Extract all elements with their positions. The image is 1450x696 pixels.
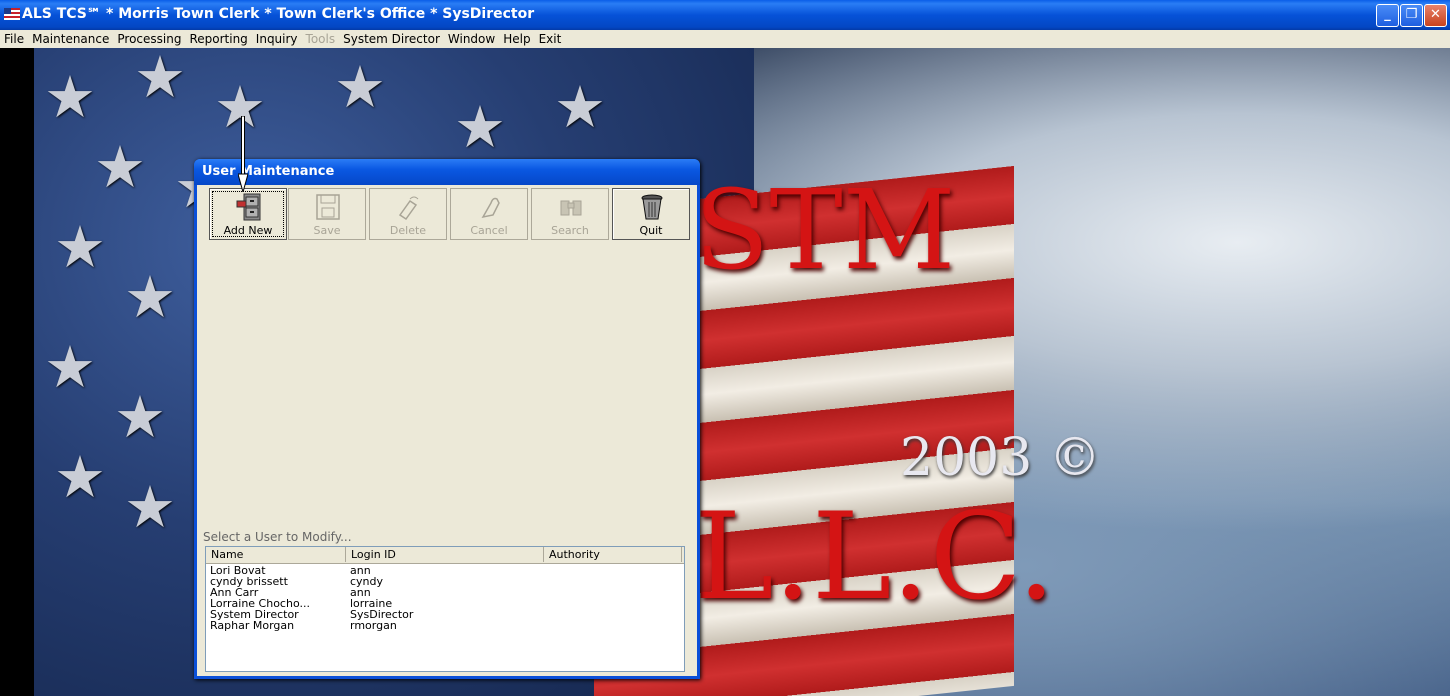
star-icon: ★	[334, 53, 386, 121]
delete-label: Delete	[389, 224, 427, 237]
star-icon: ★	[134, 48, 186, 111]
menu-window[interactable]: Window	[444, 30, 499, 48]
user-login-cell: cyndy	[350, 576, 384, 587]
star-icon: ★	[54, 443, 106, 511]
add-new-label: Add New	[223, 224, 273, 237]
table-row[interactable]: cyndy brissett cyndy	[206, 576, 684, 587]
column-header-login-id[interactable]: Login ID	[346, 547, 544, 562]
window-title: ALS TCS℠ * Morris Town Clerk * Town Cler…	[22, 6, 535, 22]
delete-button[interactable]: Delete	[369, 188, 447, 240]
user-login-cell: rmorgan	[350, 620, 397, 631]
pointer-arrow-icon	[238, 116, 248, 192]
user-name-cell: Lori Bovat	[210, 565, 266, 576]
star-icon: ★	[454, 93, 506, 161]
save-button[interactable]: Save	[288, 188, 366, 240]
table-row[interactable]: Ann Carr ann	[206, 587, 684, 598]
background-year-text: 2003 ©	[900, 428, 1101, 488]
menu-help[interactable]: Help	[499, 30, 534, 48]
menu-maintenance[interactable]: Maintenance	[28, 30, 113, 48]
search-button[interactable]: Search	[531, 188, 609, 240]
menu-tools: Tools	[305, 32, 336, 46]
cancel-hand-icon	[481, 197, 500, 219]
binoculars-icon	[560, 200, 582, 216]
floppy-disk-icon	[316, 194, 340, 220]
title-bar: ALS TCS℠ * Morris Town Clerk * Town Cler…	[0, 0, 1450, 30]
cancel-button[interactable]: Cancel	[450, 188, 528, 240]
file-cabinet-icon	[236, 193, 261, 221]
user-login-cell: ann	[350, 565, 371, 576]
users-list[interactable]: Name Login ID Authority Lori Bovat ann c…	[205, 546, 685, 672]
close-button[interactable]: ✕	[1424, 4, 1447, 27]
menu-file[interactable]: File	[0, 30, 28, 48]
star-icon: ★	[44, 63, 96, 131]
star-icon: ★	[124, 263, 176, 331]
user-name-cell: Lorraine Chocho...	[210, 598, 310, 609]
user-login-cell: ann	[350, 587, 371, 598]
table-row[interactable]: Raphar Morgan rmorgan	[206, 620, 684, 631]
user-maintenance-dialog: User Maintenance Add New Save Delete Can…	[194, 159, 700, 679]
user-name-cell: System Director	[210, 609, 299, 620]
user-name-cell: cyndy brissett	[210, 576, 288, 587]
dialog-title: User Maintenance	[202, 164, 335, 179]
eraser-icon	[398, 196, 419, 221]
trash-can-icon	[641, 194, 663, 220]
restore-button[interactable]: ❐	[1400, 4, 1423, 27]
column-header-name[interactable]: Name	[206, 547, 346, 562]
star-icon: ★	[554, 73, 606, 141]
menu-reporting[interactable]: Reporting	[185, 30, 251, 48]
quit-button[interactable]: Quit	[612, 188, 690, 240]
star-icon: ★	[124, 473, 176, 541]
menu-processing[interactable]: Processing	[113, 30, 185, 48]
user-name-cell: Raphar Morgan	[210, 620, 295, 631]
table-row[interactable]: Lorraine Chocho... lorraine	[206, 598, 684, 609]
user-login-cell: lorraine	[350, 598, 393, 609]
menu-system-director[interactable]: System Director	[339, 30, 444, 48]
select-user-label: Select a User to Modify...	[203, 530, 352, 544]
star-icon: ★	[54, 213, 106, 281]
menu-inquiry[interactable]: Inquiry	[252, 30, 302, 48]
table-row[interactable]: Lori Bovat ann	[206, 565, 684, 576]
dialog-client-area: Add New Save Delete Cancel Search Quit S…	[197, 185, 697, 676]
list-header: Name Login ID Authority	[206, 547, 684, 564]
minimize-button[interactable]: _	[1376, 4, 1399, 27]
star-icon: ★	[94, 133, 146, 201]
add-new-button[interactable]: Add New	[209, 188, 287, 240]
dialog-title-bar: User Maintenance	[194, 159, 700, 185]
star-icon: ★	[114, 383, 166, 451]
menu-exit[interactable]: Exit	[535, 30, 566, 48]
cancel-label: Cancel	[470, 224, 508, 237]
background-llc-text: L.L.C.	[694, 488, 1056, 627]
left-frame	[0, 48, 34, 696]
table-row[interactable]: System Director SysDirector	[206, 609, 684, 620]
menu-bar: File Maintenance Processing Reporting Inquir…	[0, 30, 1450, 48]
star-icon: ★	[44, 333, 96, 401]
flag-app-icon	[4, 8, 20, 20]
toolbar: Add New Save Delete Cancel Search Quit	[205, 188, 690, 242]
user-login-cell: SysDirector	[350, 609, 414, 620]
background-tm-text: STM	[694, 166, 956, 294]
user-name-cell: Ann Carr	[210, 587, 259, 598]
search-label: Search	[551, 224, 589, 237]
save-label: Save	[313, 224, 341, 237]
quit-label: Quit	[639, 224, 663, 237]
column-header-authority[interactable]: Authority	[544, 547, 682, 562]
